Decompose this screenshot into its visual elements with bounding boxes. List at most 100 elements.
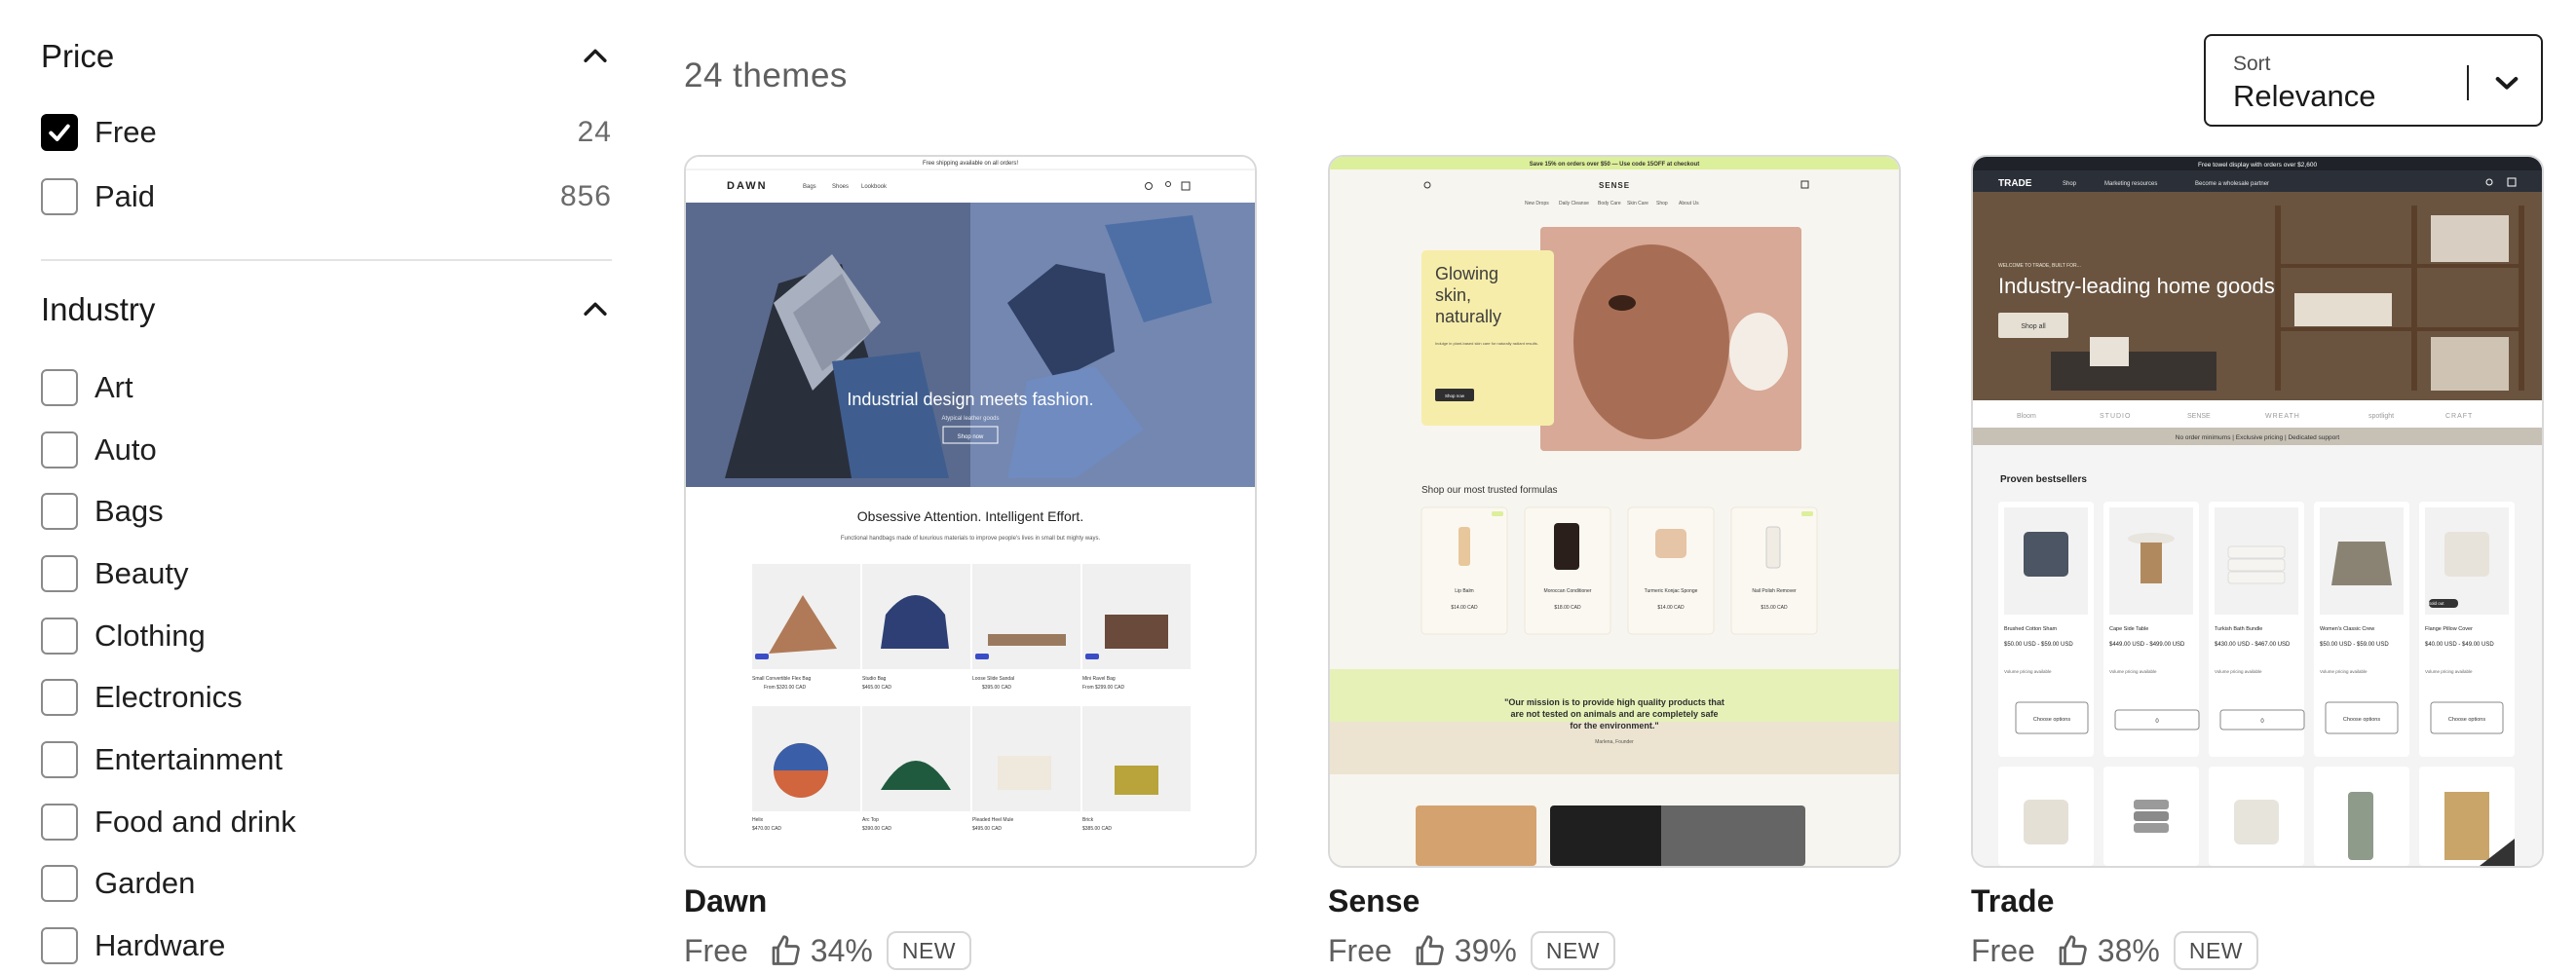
trade-nav-item: Become a wholesale partner [2195,181,2269,187]
filter-option-bags[interactable]: Bags [41,490,612,533]
theme-meta: Free 39% NEW [1328,929,1616,972]
dawn-section-text: Functional handbags made of luxurious ma… [841,536,1101,542]
trade-product-button: Choose options [2033,717,2070,723]
trade-nav-item: Marketing resources [2104,181,2157,187]
theme-meta: Free 34% NEW [684,929,972,972]
clothing-checkbox[interactable] [41,618,78,655]
new-badge: NEW [1530,931,1616,970]
sense-announcement: Save 15% on orders over $50 — Use code 1… [1530,162,1699,168]
filter-option-hardware[interactable]: Hardware [41,924,612,967]
theme-name[interactable]: Sense [1328,883,1420,919]
free-checkbox[interactable] [41,114,78,151]
beauty-checkbox[interactable] [41,555,78,592]
dawn-product-name: Studio Bag [862,676,887,682]
sense-hero-line: skin, [1435,285,1471,305]
filter-label: Entertainment [95,742,283,776]
trade-logo: TRADE [1998,178,2032,189]
filter-label: Bags [95,494,164,528]
new-badge: NEW [2173,931,2259,970]
dawn-announcement: Free shipping available on all orders! [923,161,1018,167]
trade-product-grid [1998,502,2515,866]
filter-option-entertainment[interactable]: Entertainment [41,738,612,781]
dawn-logo: DAWN [727,180,768,192]
theme-name[interactable]: Dawn [684,883,767,919]
dawn-nav-item: Shoes [832,184,849,190]
filter-label: Food and drink [95,805,296,839]
sense-product-price: $14.00 CAD [1657,605,1685,611]
new-badge: NEW [886,931,972,970]
theme-price: Free [1971,932,2035,968]
theme-rating: 34% [810,932,873,968]
garden-checkbox[interactable] [41,865,78,902]
thumbs-up-icon [772,935,800,965]
trade-volume-pricing: Volume pricing available [2109,669,2157,674]
art-checkbox[interactable] [41,369,78,406]
dawn-nav-item: Lookbook [861,184,888,190]
sense-quote-author: Marlena, Founder [1595,739,1634,745]
food-and-drink-checkbox[interactable] [41,804,78,841]
filter-divider [41,259,612,261]
chevron-up-icon [584,302,607,316]
filter-option-paid[interactable]: Paid 856 [41,175,612,218]
sense-nav-item: About Us [1679,201,1699,206]
theme-meta: Free 38% NEW [1971,929,2259,972]
filter-label: Electronics [95,680,243,714]
theme-price: Free [684,932,748,968]
sense-nav-item: Skin Care [1627,201,1648,206]
filter-option-electronics[interactable]: Electronics [41,676,612,719]
sense-product-price: $18.00 CAD [1554,605,1581,611]
sense-hero-line: naturally [1435,307,1501,326]
theme-preview-sense[interactable]: Save 15% on orders over $50 — Use code 1… [1328,155,1901,868]
entertainment-checkbox[interactable] [41,741,78,778]
dawn-section-title: Obsessive Attention. Intelligent Effort. [857,508,1083,524]
trade-product-button: Choose options [2343,717,2380,723]
paid-checkbox[interactable] [41,178,78,215]
trade-section-title: Proven bestsellers [2000,474,2087,485]
trade-product-price: $50.00 USD - $59.00 USD [2320,642,2389,648]
theme-preview-trade[interactable]: Free towel display with orders over $2,6… [1971,155,2544,868]
filter-option-beauty[interactable]: Beauty [41,552,612,595]
theme-preview-dawn[interactable]: Free shipping available on all orders! D… [684,155,1257,868]
dawn-hero-sub: Atypical leather goods [941,416,999,422]
price-filter-header[interactable]: Price [41,29,612,84]
theme-rating: 39% [1454,932,1517,968]
industry-filter-header[interactable]: Industry [41,282,612,337]
sort-select[interactable]: Sort Relevance [2204,34,2543,127]
filter-label: Beauty [95,556,189,590]
trade-volume-pricing: Volume pricing available [2215,669,2262,674]
filter-option-clothing[interactable]: Clothing [41,615,612,657]
electronics-checkbox[interactable] [41,679,78,716]
sort-separator [2467,65,2469,100]
sense-hero-text: Indulge in plant-based skin care for nat… [1435,341,1538,346]
trade-product-name: Cape Side Table [2109,626,2148,632]
filter-option-free[interactable]: Free 24 [41,111,612,154]
dawn-product-name: Mini Ravel Bag [1082,676,1116,682]
hardware-checkbox[interactable] [41,927,78,964]
sense-nav-item: Body Care [1598,201,1621,206]
sense-quote-line: "Our mission is to provide high quality … [1504,697,1724,707]
trade-brand: SENSE [2187,413,2211,420]
filter-label: Paid [95,179,156,213]
sense-hero-line: Glowing [1435,264,1498,283]
theme-name[interactable]: Trade [1971,883,2054,919]
trade-kicker: WELCOME TO TRADE, BUILT FOR... [1998,263,2081,269]
dawn-product-price: $470.00 CAD [752,826,781,832]
sense-quote-line: for the environment." [1570,721,1658,730]
dawn-product-name: Pleaded Heel Mule [972,817,1013,823]
filter-label: Art [95,370,133,404]
dawn-product-price: From $299.00 CAD [1082,685,1124,691]
trade-product-name: Women's Classic Crew [2320,626,2374,632]
filter-option-garden[interactable]: Garden [41,862,612,905]
theme-price: Free [1328,932,1392,968]
auto-checkbox[interactable] [41,431,78,468]
results-count: 24 themes [684,56,848,94]
thumbs-up-icon [1416,935,1444,965]
sense-product-price: $15.00 CAD [1761,605,1788,611]
bags-checkbox[interactable] [41,493,78,530]
filter-label: Garden [95,866,196,900]
trade-brand: CRAFT [2445,413,2473,420]
filter-option-auto[interactable]: Auto [41,429,612,471]
filter-count: 24 [577,116,612,148]
filter-option-food-and-drink[interactable]: Food and drink [41,801,612,843]
filter-option-art[interactable]: Art [41,366,612,409]
